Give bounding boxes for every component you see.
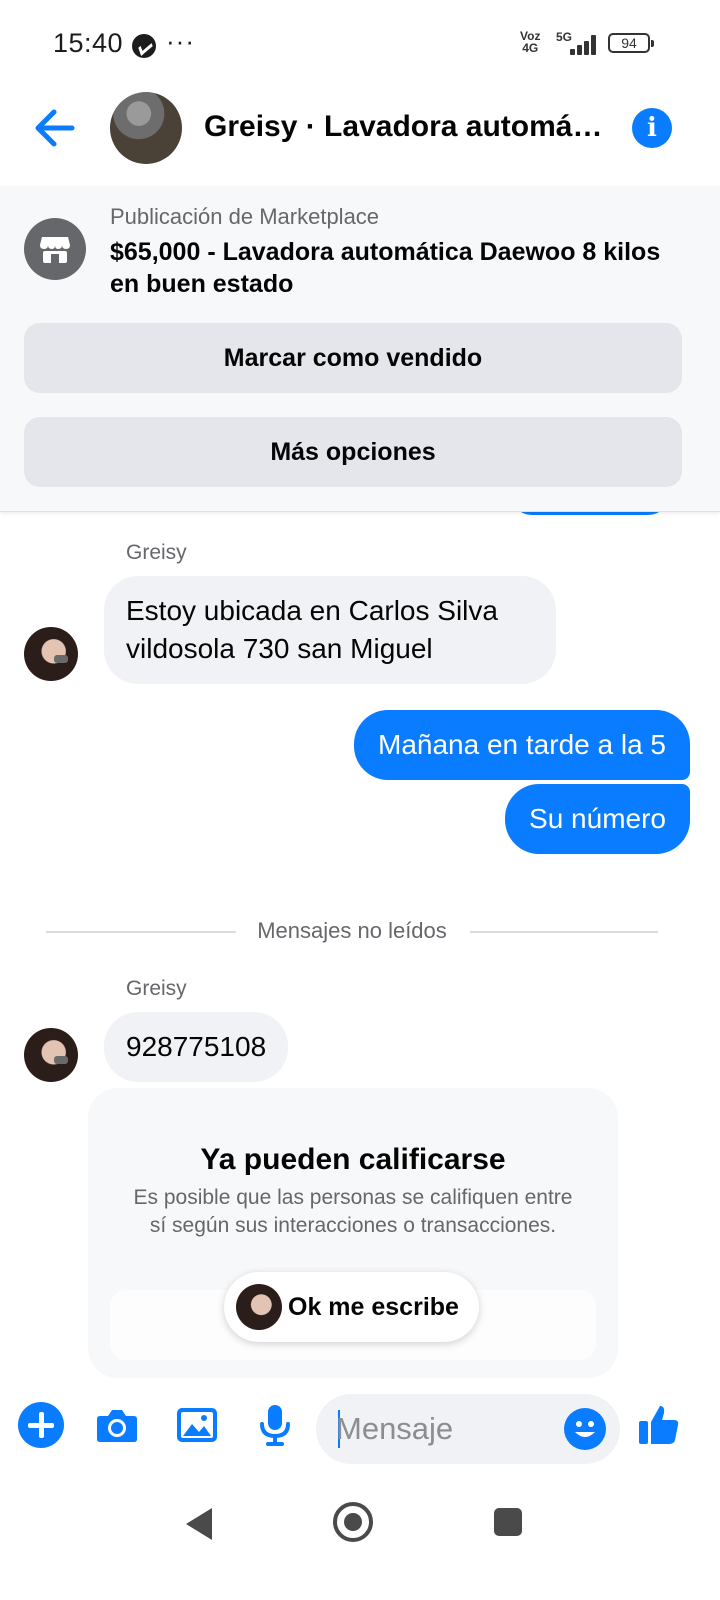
status-time: 15:40: [53, 28, 124, 58]
unread-divider-label: Mensajes no leídos: [243, 918, 461, 943]
message-input[interactable]: [336, 1394, 566, 1464]
nav-recents-icon[interactable]: [494, 1508, 522, 1536]
emoji-icon[interactable]: [564, 1408, 606, 1450]
reply-chip[interactable]: Ok me escribe: [224, 1272, 479, 1342]
lte-label: 4G: [522, 41, 539, 55]
marketplace-caption: Publicación de Marketplace: [110, 204, 380, 229]
listing-avatar[interactable]: [110, 92, 182, 164]
back-arrow-icon[interactable]: [30, 108, 80, 148]
rating-card-title: Ya pueden calificarse: [200, 1143, 506, 1176]
unread-divider: Mensajes no leídos: [46, 915, 658, 947]
chat-header: Greisy · Lavadora automáti... i: [0, 90, 720, 186]
outgoing-message-bubble[interactable]: Mañana en tarde a la 5: [354, 710, 690, 780]
thumbs-up-icon[interactable]: [636, 1402, 682, 1448]
incoming-message-bubble[interactable]: 928775108: [104, 1012, 289, 1082]
marketplace-store-icon: [24, 218, 86, 280]
more-notifications-icon: ···: [166, 26, 195, 56]
reply-chip-text: Ok me escribe: [288, 1293, 459, 1321]
info-icon[interactable]: i: [632, 108, 672, 148]
microphone-icon[interactable]: [252, 1402, 298, 1448]
camera-icon[interactable]: [94, 1402, 140, 1448]
battery-level: 94: [621, 35, 637, 51]
sender-name: Greisy: [126, 977, 187, 1000]
rating-card-body: Es posible que las personas se califique…: [133, 1186, 573, 1237]
message-input-container[interactable]: [316, 1394, 620, 1464]
sender-name: Greisy: [126, 541, 187, 564]
signal-icon: [566, 33, 600, 55]
message-composer: [0, 1380, 720, 1480]
marketplace-listing-panel: Publicación de Marketplace $65,000 - Lav…: [0, 186, 720, 512]
battery-icon: 94: [608, 33, 654, 53]
chip-avatar: [236, 1284, 282, 1330]
system-navigation-bar: [0, 1480, 720, 1600]
nav-home-icon[interactable]: [333, 1502, 373, 1542]
plus-icon[interactable]: [18, 1402, 64, 1448]
sender-avatar[interactable]: [24, 627, 78, 681]
gallery-icon[interactable]: [174, 1402, 220, 1448]
more-options-button[interactable]: Más opciones: [24, 417, 682, 487]
listing-title[interactable]: $65,000 - Lavadora automática Daewoo 8 k…: [110, 236, 670, 300]
messenger-notification-icon: [132, 34, 156, 58]
mark-as-sold-button[interactable]: Marcar como vendido: [24, 323, 682, 393]
chat-title[interactable]: Greisy · Lavadora automáti...: [204, 110, 604, 144]
nav-back-icon[interactable]: [186, 1508, 212, 1540]
incoming-message-bubble[interactable]: Estoy ubicada en Carlos Silva vildosola …: [104, 576, 556, 684]
volte-indicator: Voz 4G: [520, 30, 540, 54]
outgoing-message-bubble[interactable]: Su número: [505, 784, 690, 854]
sender-avatar[interactable]: [24, 1028, 78, 1082]
status-bar: 15:40 ··· Voz 4G 5G 94: [0, 0, 720, 90]
